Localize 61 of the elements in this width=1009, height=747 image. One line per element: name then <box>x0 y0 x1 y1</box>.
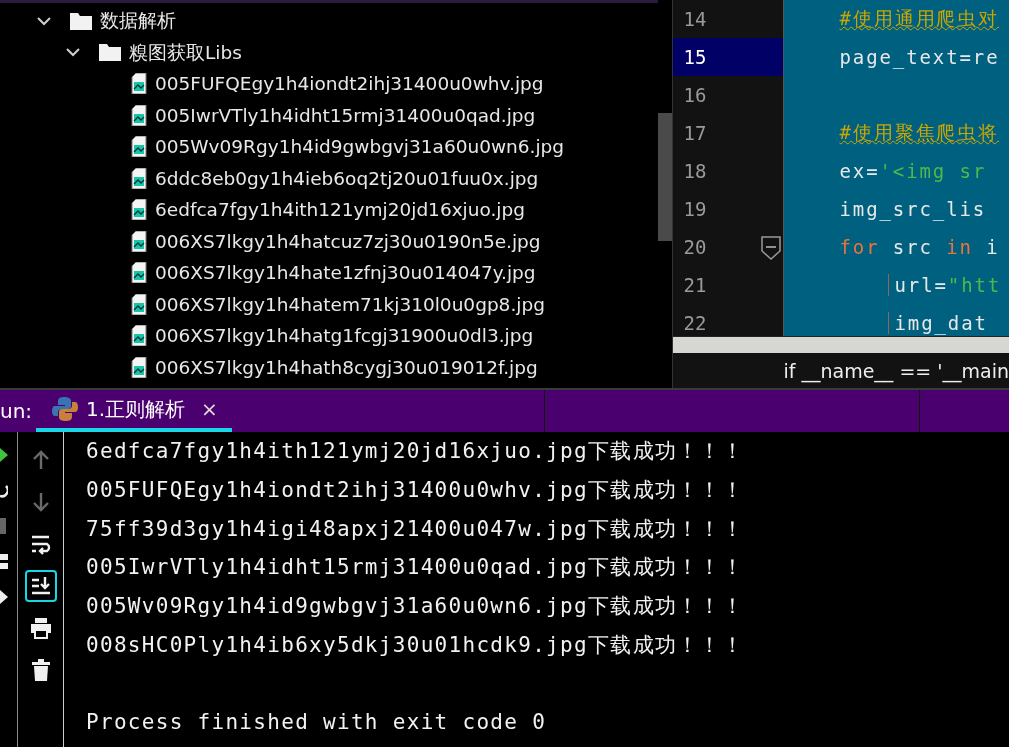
scroll-to-end-icon[interactable] <box>24 570 57 602</box>
code-line: url="htt <box>888 274 1002 296</box>
code-line: #使用通用爬虫对 <box>839 6 1000 31</box>
image-file-icon <box>131 73 147 95</box>
file-label[interactable]: 006XS7lkgy1h4hate1zfnj30u014047y.jpg <box>153 262 538 284</box>
close-icon[interactable]: × <box>201 397 218 421</box>
file-label[interactable]: 006XS7lkgy1h4hatg1fcgj31900u0dl3.jpg <box>153 325 536 347</box>
chevron-down-icon[interactable] <box>65 47 81 58</box>
image-file-icon <box>131 356 147 378</box>
horizontal-scrollbar[interactable] <box>673 336 1009 353</box>
code-line: page_text=re <box>839 46 1000 68</box>
layout-icon[interactable] <box>0 554 8 570</box>
file-label[interactable]: 005FUFQEgy1h4iondt2ihj31400u0whv.jpg <box>153 73 546 95</box>
line-number: 16 <box>682 83 708 108</box>
line-number: 21 <box>682 273 708 298</box>
image-file-icon <box>131 104 147 126</box>
file-label[interactable]: 005IwrVTly1h4idht15rmj31400u0qad.jpg <box>153 104 538 126</box>
chevron-down-icon[interactable] <box>36 15 52 26</box>
run-tab[interactable]: 1.正则解析 × <box>36 390 232 432</box>
output-line: 005IwrVTly1h4idht15rmj31400u0qad.jpg下载成功！！！ <box>86 554 745 582</box>
folder-icon <box>99 43 121 62</box>
code-line: #使用聚焦爬虫将 <box>839 120 1000 145</box>
image-file-icon <box>131 199 147 221</box>
exit-message: Process finished with exit code 0 <box>86 710 547 735</box>
python-icon <box>52 396 78 422</box>
code-line: ex='<img sr <box>839 160 987 182</box>
run-icon[interactable] <box>0 448 8 462</box>
line-number: 20 <box>673 228 784 266</box>
image-file-icon <box>131 167 147 189</box>
fold-icon[interactable] <box>761 236 782 260</box>
code-line: for src in i <box>839 236 1000 258</box>
output-line: 005FUFQEgy1h4iondt2ihj31400u0whv.jpg下载成功！！！ <box>86 477 745 505</box>
file-label[interactable]: 005Wv09Rgy1h4id9gwbgvj31a60u0wn6.jpg <box>153 136 567 158</box>
file-label[interactable]: 006XS7lkgy1h4hatem71kj310l0u0gp8.jpg <box>153 293 547 315</box>
image-file-icon <box>131 136 147 158</box>
image-file-icon <box>131 293 147 315</box>
folder-icon <box>70 11 92 30</box>
run-label: un: <box>0 399 34 423</box>
output-line: 008sHC0Ply1h4ib6xy5dkj30u01hcdk9.jpg下载成功！！！ <box>86 631 745 659</box>
image-file-icon <box>131 230 147 252</box>
file-label[interactable]: 6ddc8eb0gy1h4ieb6oq2tj20u01fuu0x.jpg <box>153 167 541 189</box>
folder-label[interactable]: 糗图获取Libs <box>127 39 244 65</box>
line-number: 17 <box>682 121 708 146</box>
file-label[interactable]: 6edfca7fgy1h4ith121ymj20jd16xjuo.jpg <box>153 199 527 221</box>
output-line: 005Wv09Rgy1h4id9gwbgvj31a60u0wn6.jpg下载成功！！！ <box>86 593 745 621</box>
line-number: 14 <box>682 7 708 32</box>
breadcrumb[interactable]: if __name__ == '__main <box>783 359 1009 382</box>
rerun-icon[interactable] <box>0 482 8 498</box>
code-line: img_dat <box>888 312 988 334</box>
image-file-icon <box>131 262 147 284</box>
image-file-icon <box>131 325 147 347</box>
line-number: 22 <box>682 311 708 336</box>
line-number: 15 <box>673 38 784 76</box>
file-label[interactable]: 006XS7lkgy1h4hatcuz7zj30u0190n5e.jpg <box>153 230 543 252</box>
folder-label[interactable]: 数据解析 <box>98 8 178 34</box>
output-line: 6edfca7fgy1h4ith121ymj20jd16xjuo.jpg下载成功！！！ <box>86 438 745 466</box>
line-number: 19 <box>682 197 708 222</box>
line-number: 18 <box>682 159 708 184</box>
output-line: 75ff39d3gy1h4igi48apxj21400u047w.jpg下载成功！！！ <box>86 515 745 543</box>
code-line: img_src_lis <box>839 198 987 220</box>
file-label[interactable]: 006XS7lkgy1h4hath8cygj30u019012f.jpg <box>153 356 540 378</box>
